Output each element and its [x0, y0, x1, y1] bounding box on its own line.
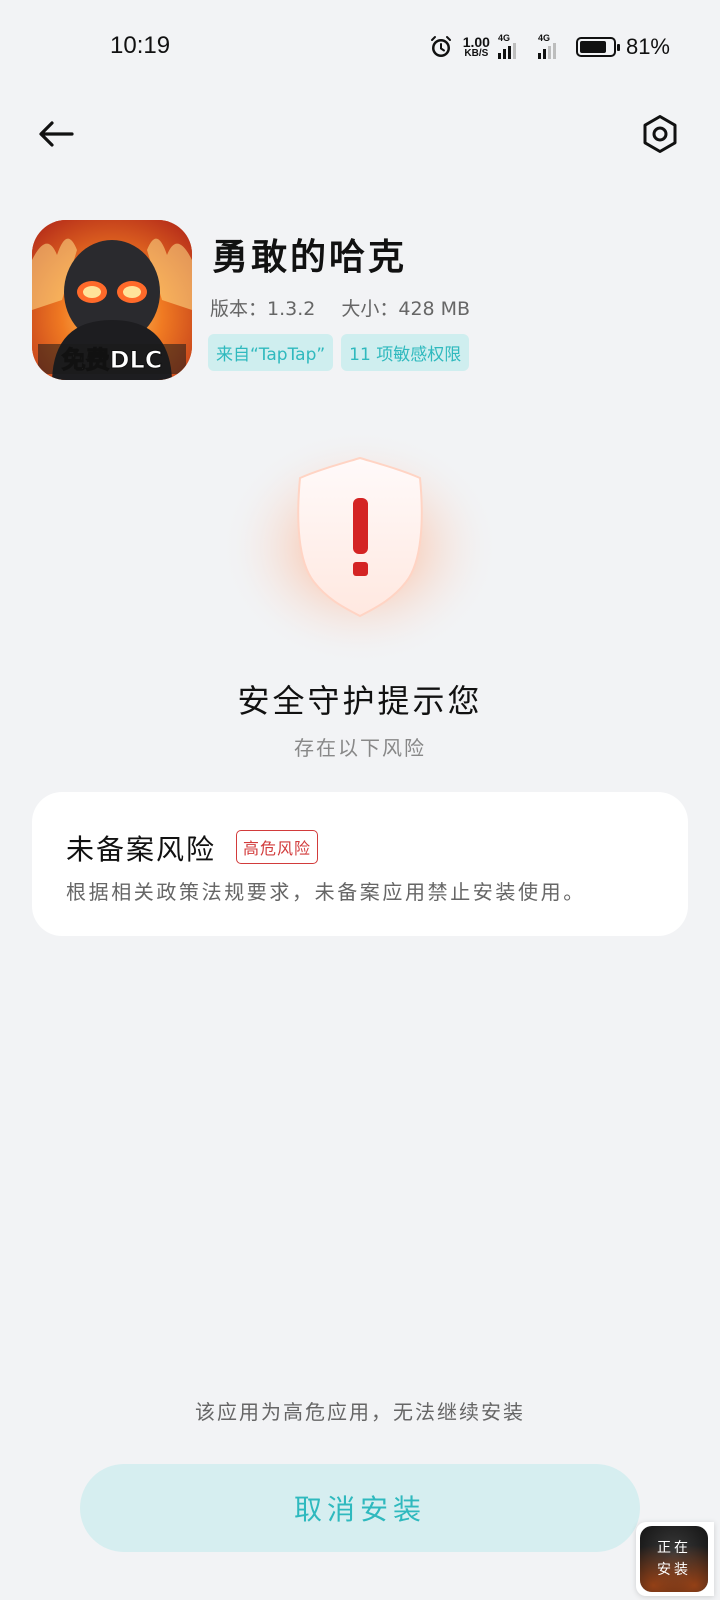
settings-button[interactable] [636, 110, 684, 158]
shield-warning-icon [220, 434, 500, 670]
network-speed-value: 1.00 [462, 34, 490, 50]
installing-app-thumbnail: 正在 安装 [640, 1526, 708, 1592]
app-icon-art: 免费DLC [32, 220, 192, 380]
app-size: 大小：428 MB [341, 298, 471, 320]
status-bar: 10:19 1.00 KB/S 4G 4G 81% [0, 0, 720, 96]
status-icons: 1.00 KB/S 4G 4G 81% [429, 30, 670, 64]
arrow-left-icon [39, 121, 74, 147]
permissions-chip[interactable]: 11 项敏感权限 [341, 334, 470, 371]
hexagon-settings-icon [643, 115, 677, 153]
installing-floating-widget[interactable]: 正在 安装 [636, 1522, 714, 1596]
installing-label-line2: 安装 [657, 1562, 691, 1578]
cancel-install-button[interactable]: 取消安装 [80, 1464, 640, 1552]
app-meta: 版本：1.3.2 大小：428 MB [210, 294, 470, 321]
app-icon: 免费DLC [32, 220, 192, 380]
warning-title: 安全守护提示您 [237, 682, 483, 720]
network-speed: 1.00 KB/S [463, 35, 490, 59]
warning-subtitle: 存在以下风险 [294, 736, 426, 760]
app-chips: 来自“TapTap” 11 项敏感权限 [208, 334, 470, 371]
risk-level-badge: 高危风险 [236, 830, 319, 864]
signal-2-icon: 4G [537, 33, 568, 59]
status-time: 10:19 [110, 32, 171, 59]
warning-shield [210, 430, 510, 680]
network-speed-unit: KB/S [464, 48, 489, 59]
source-chip[interactable]: 来自“TapTap” [208, 334, 334, 371]
app-icon-label: 免费DLC [62, 346, 163, 374]
battery-percent: 81% [625, 34, 670, 59]
risk-card: 未备案风险 高危风险 根据相关政策法规要求，未备案应用禁止安装使用。 [32, 792, 688, 936]
battery-icon [575, 37, 620, 57]
app-version: 版本：1.3.2 [210, 298, 316, 320]
install-blocked-note: 该应用为高危应用，无法继续安装 [195, 1400, 525, 1424]
app-name: 勇敢的哈克 [212, 236, 408, 278]
signal-1-icon: 4G [497, 33, 524, 59]
risk-description: 根据相关政策法规要求，未备案应用禁止安装使用。 [66, 880, 586, 904]
risk-title: 未备案风险 [66, 833, 217, 866]
battery-indicator: 81% [575, 34, 670, 60]
signal-1-label: 4G [497, 33, 510, 43]
signal-2-label: 4G [537, 33, 550, 43]
installing-label-line1: 正在 [657, 1540, 691, 1556]
battery-level-fill [579, 41, 606, 53]
back-button[interactable] [32, 110, 80, 158]
alarm-icon [430, 36, 451, 57]
